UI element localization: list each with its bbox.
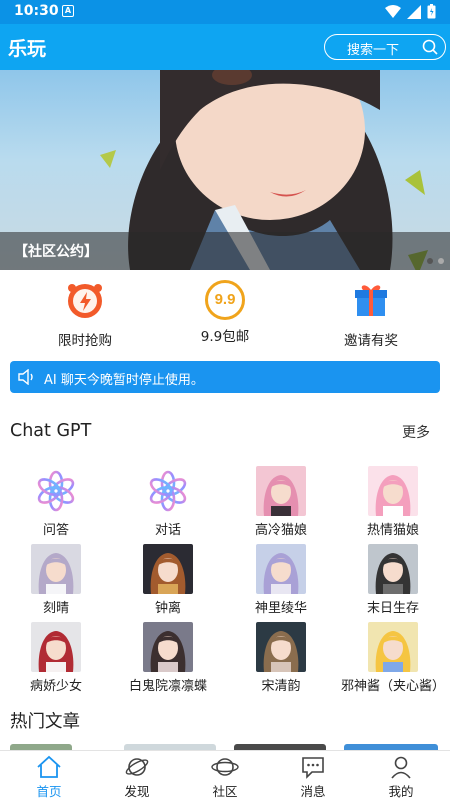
wifi-icon <box>385 4 401 18</box>
character-item[interactable]: 白鬼院凛凛蝶 <box>112 622 224 694</box>
bottom-tab-bar: 首页 发现 社区 消息 我的 <box>0 750 450 800</box>
character-item[interactable]: 神里绫华 <box>225 544 337 616</box>
openai-logo-icon <box>143 466 193 516</box>
app-title: 乐玩 <box>8 38 47 60</box>
planet-icon <box>125 758 149 776</box>
tab-label: 消息 <box>300 784 326 799</box>
quick-action-flash-sale[interactable]: 限时抢购 <box>15 280 155 349</box>
profile-icon <box>391 756 411 779</box>
section-title-hot-articles: 热门文章 <box>10 712 80 732</box>
orbit-icon <box>211 758 239 776</box>
character-item[interactable]: 高冷猫娘 <box>225 466 337 538</box>
character-avatar <box>31 544 81 594</box>
openai-logo-icon <box>31 466 81 516</box>
carousel-dot <box>427 258 433 264</box>
character-label: 对话 <box>154 523 181 538</box>
tab-home[interactable]: 首页 <box>4 753 94 800</box>
quick-action-label: 邀请有奖 <box>344 333 398 349</box>
character-avatar <box>143 622 193 672</box>
character-label: 刻晴 <box>42 601 69 616</box>
character-label: 宋清韵 <box>261 679 301 694</box>
character-item[interactable]: 邪神酱（夹心酱） <box>337 622 449 694</box>
search-placeholder: 搜索一下 <box>347 43 400 58</box>
signal-icon <box>407 4 421 19</box>
character-label: 神里绫华 <box>254 601 307 616</box>
quick-action-free-shipping[interactable]: 9.9 9.9包邮 <box>155 280 295 345</box>
character-avatar <box>256 466 306 516</box>
notice-text: AI 聊天今晚暂时停止使用。 <box>44 373 204 388</box>
nine-nine-badge-icon: 9.9 <box>205 280 245 320</box>
alarm-clock-icon <box>68 284 102 318</box>
character-label: 钟离 <box>154 601 181 616</box>
character-label: 末日生存 <box>366 601 419 616</box>
character-label: 高冷猫娘 <box>254 523 307 538</box>
home-icon <box>37 755 61 778</box>
search-icon <box>422 39 438 55</box>
tab-label: 我的 <box>388 784 414 799</box>
quick-action-label: 9.9包邮 <box>200 329 250 345</box>
banner-carousel[interactable]: 【社区公约】 <box>0 70 450 270</box>
section-title-chatgpt: Chat GPT <box>10 421 92 441</box>
tab-profile[interactable]: 我的 <box>356 753 446 800</box>
speaker-icon <box>18 369 33 385</box>
character-avatar <box>256 544 306 594</box>
banner-caption-bar: 【社区公约】 <box>0 232 450 270</box>
character-label: 热情猫娘 <box>366 523 419 538</box>
character-item[interactable]: 热情猫娘 <box>337 466 449 538</box>
character-avatar <box>256 622 306 672</box>
character-avatar <box>143 544 193 594</box>
character-item[interactable]: 刻晴 <box>0 544 112 616</box>
gift-box-icon <box>355 285 387 316</box>
character-avatar <box>368 544 418 594</box>
character-label: 白鬼院凛凛蝶 <box>128 679 207 694</box>
notification-icon: A <box>62 5 74 17</box>
character-item[interactable]: 对话 <box>112 466 224 538</box>
character-item[interactable]: 病娇少女 <box>0 622 112 694</box>
tab-label: 首页 <box>36 784 62 799</box>
status-time: 10:30 <box>14 3 59 19</box>
character-item[interactable]: 钟离 <box>112 544 224 616</box>
notice-bar[interactable]: AI 聊天今晚暂时停止使用。 <box>10 361 440 393</box>
tab-community[interactable]: 社区 <box>180 753 270 800</box>
carousel-dots <box>427 258 444 264</box>
tab-discover[interactable]: 发现 <box>92 753 182 800</box>
banner-caption: 【社区公约】 <box>14 244 98 260</box>
app-bar: 乐玩 搜索一下 <box>0 24 450 70</box>
character-avatar <box>368 622 418 672</box>
status-bar: 10:30 A <box>0 0 450 24</box>
character-label: 邪神酱（夹心酱） <box>340 679 445 694</box>
tab-label: 发现 <box>124 784 150 799</box>
character-item[interactable]: 问答 <box>0 466 112 538</box>
carousel-dot <box>438 258 444 264</box>
character-label: 问答 <box>42 523 69 538</box>
search-box[interactable]: 搜索一下 <box>324 34 446 60</box>
character-label: 病娇少女 <box>29 679 82 694</box>
character-avatar <box>31 622 81 672</box>
character-avatar <box>368 466 418 516</box>
quick-action-label: 限时抢购 <box>58 333 112 349</box>
tab-label: 社区 <box>212 784 238 799</box>
character-item[interactable]: 末日生存 <box>337 544 449 616</box>
battery-icon <box>427 4 436 19</box>
status-icons <box>385 4 436 19</box>
character-item[interactable]: 宋清韵 <box>225 622 337 694</box>
more-link[interactable]: 更多 <box>402 422 430 442</box>
tab-messages[interactable]: 消息 <box>268 753 358 800</box>
message-icon <box>302 757 324 779</box>
quick-action-invite[interactable]: 邀请有奖 <box>301 280 441 349</box>
